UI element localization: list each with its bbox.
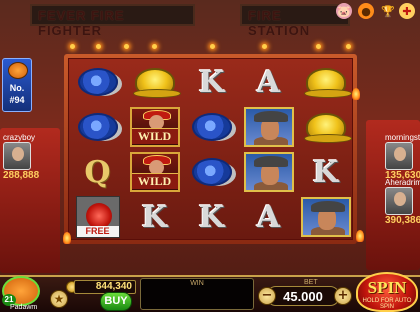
symbol-a: A bbox=[256, 199, 281, 235]
helmet-icon bbox=[132, 68, 181, 98]
reel-cell: K bbox=[184, 60, 239, 104]
helmet-icon bbox=[303, 68, 352, 98]
jackpot-label: No. bbox=[9, 83, 25, 93]
reel-grid: Q FREE WILD WILD K K K A A K bbox=[68, 58, 353, 240]
gift-icon[interactable]: ✚ bbox=[399, 3, 415, 19]
symbol-q: Q bbox=[84, 154, 111, 190]
avatar bbox=[3, 142, 31, 170]
reel-cell: K bbox=[184, 195, 239, 239]
reel-cell bbox=[298, 60, 352, 104]
sign-right: FIRE STATION bbox=[240, 4, 350, 38]
fire-hose-icon bbox=[77, 68, 118, 96]
buy-button[interactable]: BUY bbox=[100, 292, 132, 311]
wild-symbol: WILD bbox=[129, 107, 180, 147]
reel-cell bbox=[298, 195, 352, 239]
reel-cell bbox=[127, 60, 182, 104]
fire-hose-icon bbox=[191, 158, 232, 186]
player-level[interactable]: 21 Padawm bbox=[0, 274, 44, 312]
player-name: Aheradrim bbox=[385, 178, 420, 187]
reel-cell: WILD bbox=[127, 150, 182, 194]
reel-cell: FREE bbox=[70, 195, 125, 239]
player-name: morningsta bbox=[385, 133, 420, 142]
bet-label: BET bbox=[304, 279, 318, 286]
reel-cell bbox=[184, 105, 239, 149]
symbol-k: K bbox=[141, 199, 168, 235]
symbol-k: K bbox=[198, 199, 225, 235]
bet-value: 45.000 bbox=[283, 289, 323, 304]
player-card-right-top[interactable]: morningsta 135,630 bbox=[385, 133, 420, 181]
sign-left: FEVER FIRE FIGHTER bbox=[30, 4, 195, 38]
reel-cell: A bbox=[241, 60, 296, 104]
player-score: 390,386 bbox=[385, 215, 420, 226]
reel-cell bbox=[298, 105, 352, 149]
symbol-a: A bbox=[256, 64, 281, 100]
spin-button[interactable]: SPIN HOLD FOR AUTO SPIN bbox=[356, 272, 418, 312]
firefighter-symbol bbox=[243, 107, 294, 147]
star-icon[interactable]: ★ bbox=[50, 290, 68, 308]
wild-label: WILD bbox=[131, 173, 178, 189]
player-name: crazyboy bbox=[3, 133, 36, 142]
piggy-bank-icon[interactable]: 🐷 bbox=[336, 3, 352, 19]
win-display: WIN bbox=[140, 278, 254, 310]
wild-label: WILD bbox=[131, 128, 178, 144]
free-bell-symbol: FREE bbox=[75, 196, 120, 238]
reel-cell bbox=[241, 105, 296, 149]
reel-cell: K bbox=[298, 150, 352, 194]
reel-cell bbox=[70, 60, 125, 104]
trophy-icon[interactable]: 🏆 bbox=[380, 3, 396, 19]
pumpkin-icon[interactable]: ● bbox=[358, 3, 374, 19]
helmet-icon bbox=[303, 113, 352, 143]
reel-cell bbox=[241, 150, 296, 194]
player-score: 288,888 bbox=[3, 170, 40, 181]
fire-hose-icon bbox=[77, 113, 118, 141]
firefighter-symbol bbox=[243, 152, 294, 192]
player-card-right-bottom[interactable]: Aheradrim 390,386 bbox=[385, 178, 420, 226]
free-label: FREE bbox=[76, 226, 119, 237]
spin-hint: HOLD FOR AUTO SPIN bbox=[362, 298, 412, 310]
spin-label: SPIN bbox=[367, 278, 407, 297]
bet-plus-button[interactable]: + bbox=[334, 287, 352, 305]
jackpot-number: #94 bbox=[9, 95, 25, 105]
win-label: WIN bbox=[190, 280, 204, 287]
reel-cell: WILD bbox=[127, 105, 182, 149]
jackpot-badge[interactable]: No. #94 bbox=[2, 58, 32, 112]
bet-minus-button[interactable]: − bbox=[258, 287, 276, 305]
reel-cell bbox=[184, 150, 239, 194]
reel-cell: A bbox=[241, 195, 296, 239]
wild-symbol: WILD bbox=[129, 152, 180, 192]
avatar bbox=[385, 187, 413, 215]
reel-frame: Q FREE WILD WILD K K K A A K bbox=[64, 54, 357, 244]
reel-cell: K bbox=[127, 195, 182, 239]
avatar bbox=[385, 142, 413, 170]
firefighter-symbol bbox=[300, 197, 351, 237]
player-card-left[interactable]: crazyboy 288,888 bbox=[3, 133, 40, 181]
player-name: Padawm bbox=[10, 304, 38, 311]
reel-cell: Q bbox=[70, 150, 125, 194]
fire-hose-icon bbox=[191, 113, 232, 141]
reel-cell bbox=[70, 105, 125, 149]
symbol-k: K bbox=[198, 64, 225, 100]
pumpkin-icon bbox=[8, 62, 28, 79]
symbol-k: K bbox=[312, 154, 339, 190]
